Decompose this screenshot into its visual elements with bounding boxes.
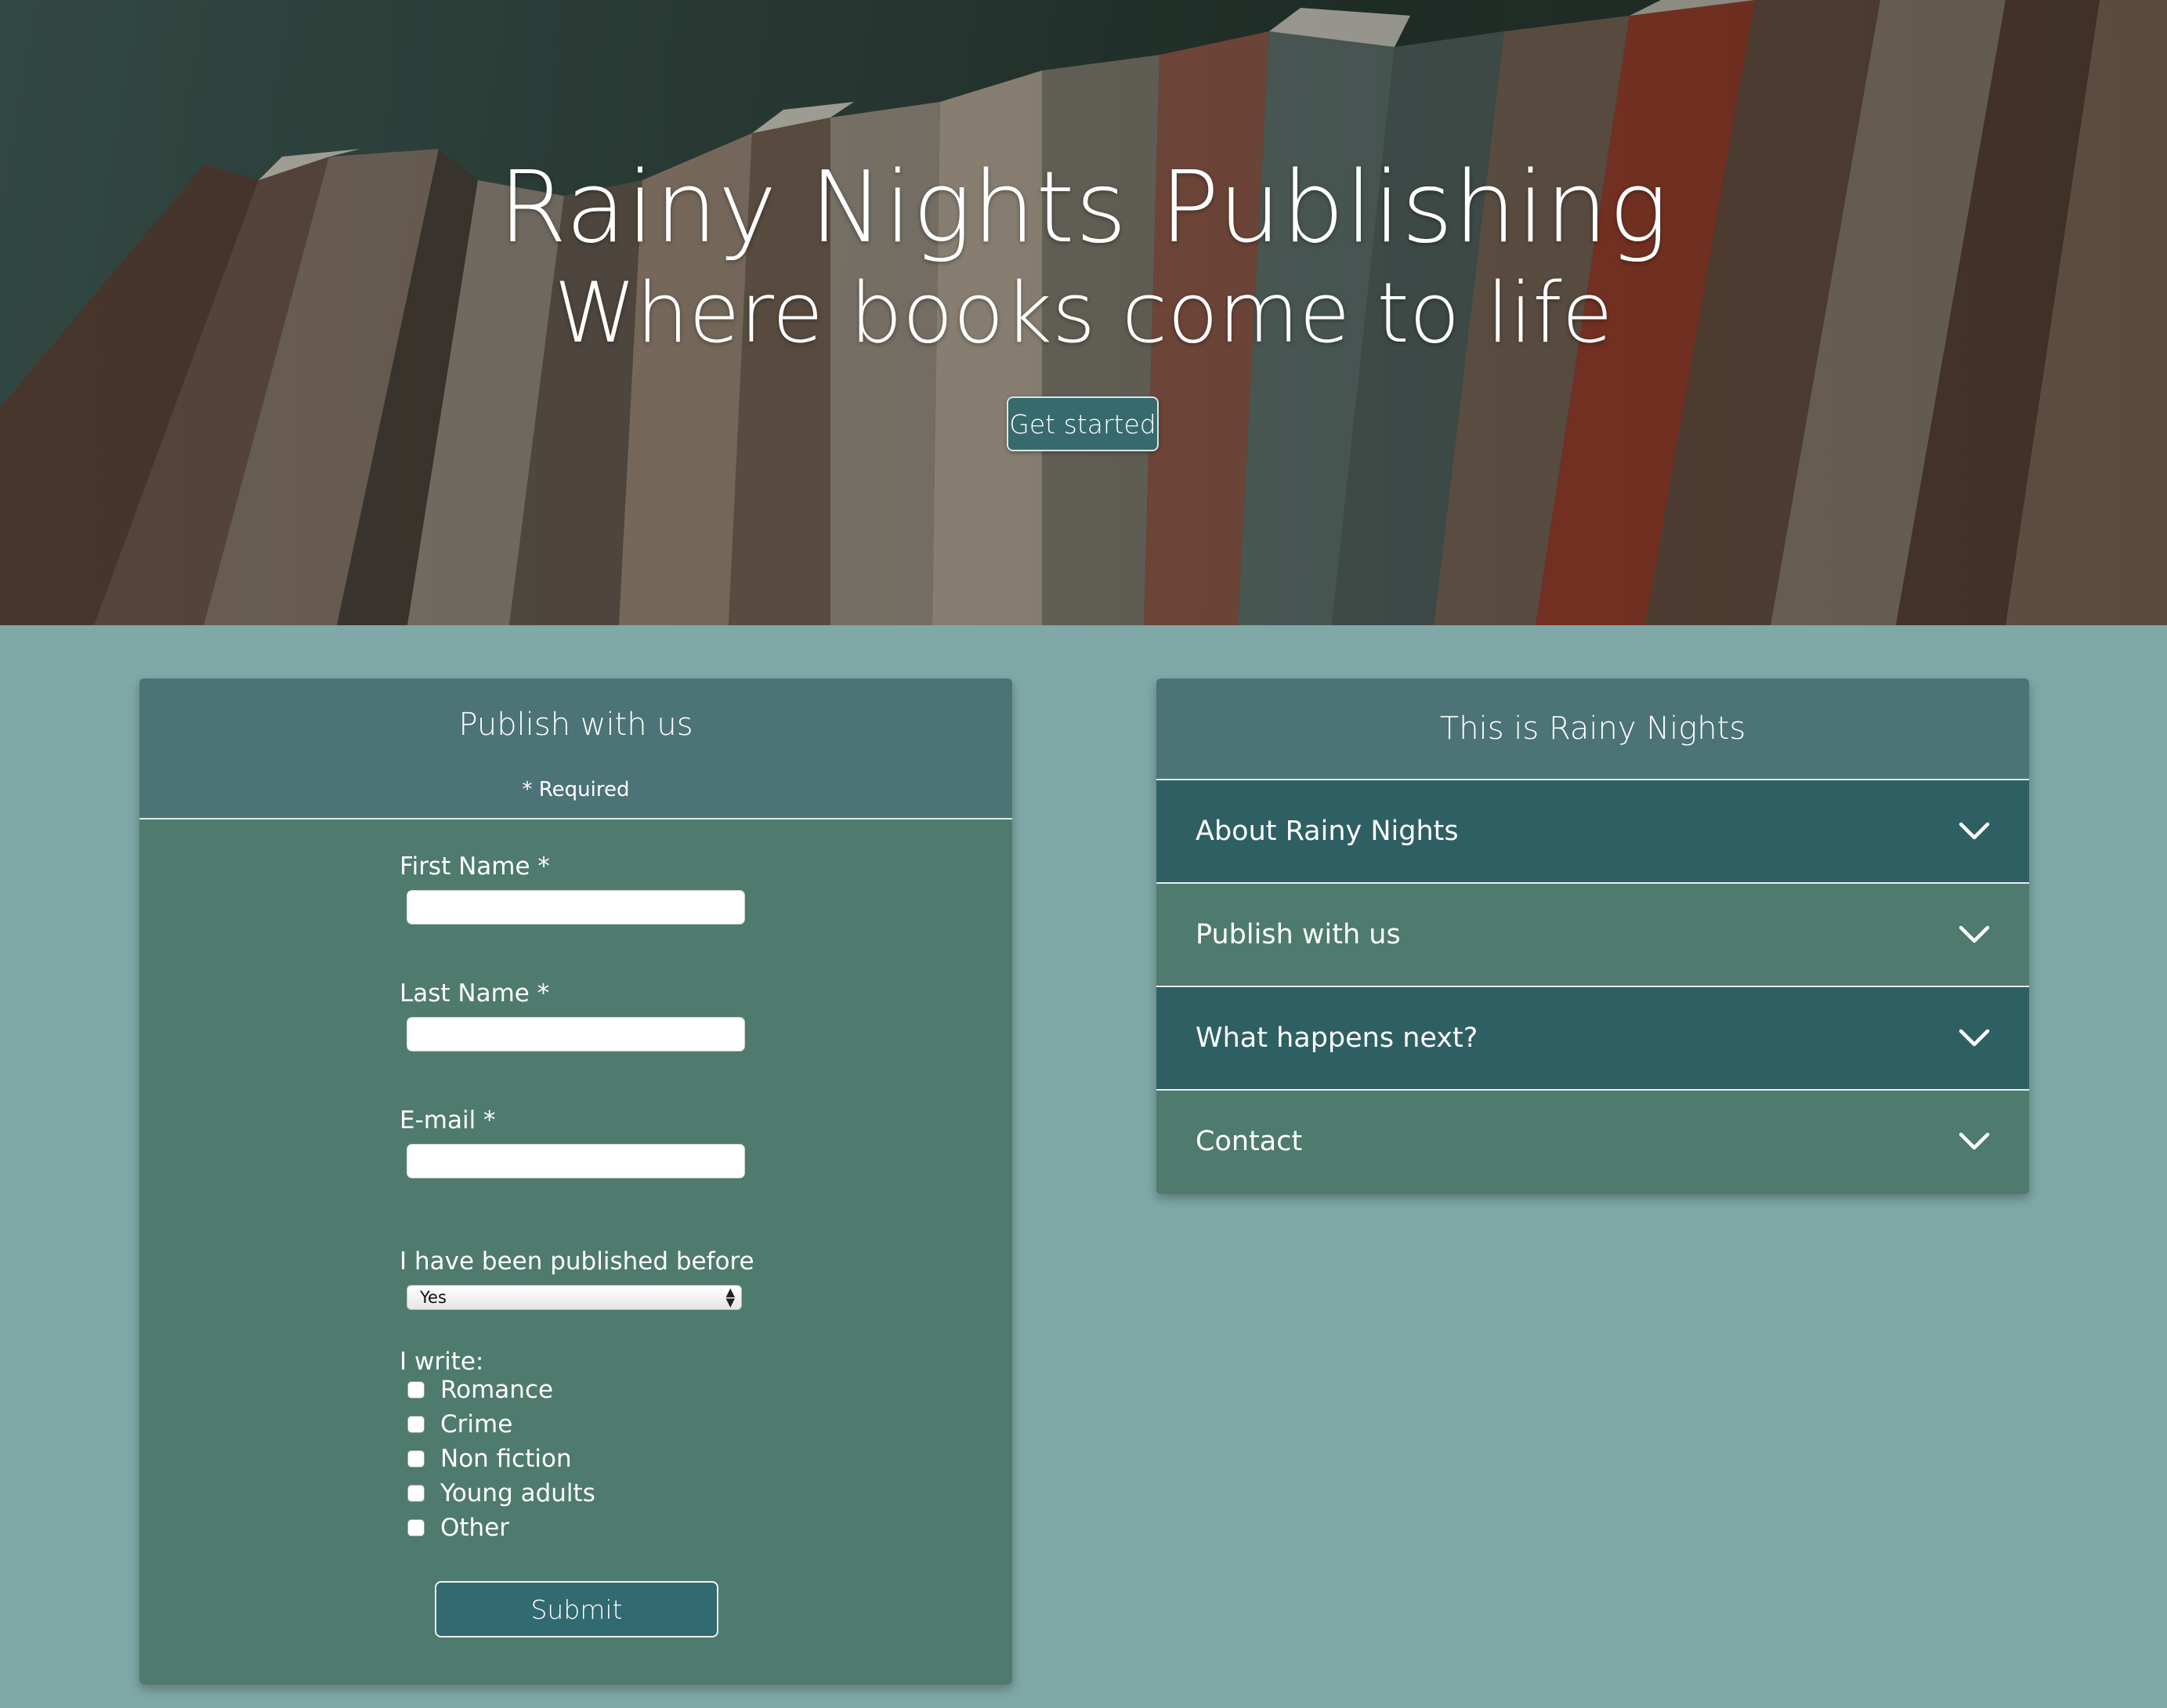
i-write-label: I write: [400, 1348, 484, 1376]
select-arrows-icon: ▲ ▼ [725, 1285, 735, 1309]
genre-label: Crime [440, 1410, 513, 1438]
genre-label: Other [440, 1514, 510, 1542]
submit-button[interactable]: Submit [435, 1581, 718, 1637]
chevron-down-icon [1959, 822, 1990, 840]
form-title: Publish with us [458, 707, 693, 743]
crime-checkbox[interactable] [407, 1416, 425, 1433]
published-before-select[interactable]: Yes ▲ ▼ [407, 1285, 742, 1310]
chevron-down-icon [1959, 925, 1990, 943]
last-name-label: Last Name * [400, 979, 550, 1008]
published-before-label: I have been published before [400, 1247, 754, 1276]
site-title: Rainy Nights Publishing [498, 150, 1669, 265]
email-input[interactable] [407, 1144, 745, 1178]
publish-form-card: Publish with us * Required First Name * … [139, 678, 1012, 1684]
email-label: E-mail * [400, 1106, 496, 1134]
chevron-down-icon [1959, 1132, 1990, 1150]
published-before-value: Yes [420, 1288, 447, 1307]
accordion-item-next[interactable]: What happens next? [1156, 986, 2029, 1089]
genre-option-crime[interactable]: Crime [407, 1410, 512, 1438]
accordion-title: This is Rainy Nights [1156, 678, 2029, 779]
genre-label: Young adults [440, 1479, 595, 1507]
other-checkbox[interactable] [407, 1519, 425, 1536]
required-note: * Required [522, 778, 630, 802]
accordion-item-contact[interactable]: Contact [1156, 1089, 2029, 1192]
genre-label: Romance [440, 1376, 554, 1404]
genre-option-romance[interactable]: Romance [407, 1376, 553, 1404]
form-header: Publish with us * Required [139, 678, 1012, 820]
genre-option-young-adults[interactable]: Young adults [407, 1479, 595, 1507]
last-name-input[interactable] [407, 1017, 745, 1051]
genre-label: Non fiction [440, 1445, 572, 1473]
accordion-item-label: Contact [1196, 1126, 1303, 1157]
young-adults-checkbox[interactable] [407, 1485, 425, 1502]
romance-checkbox[interactable] [407, 1381, 425, 1399]
hero-banner: Rainy Nights Publishing Where books come… [0, 0, 2167, 625]
genre-option-non-fiction[interactable]: Non fiction [407, 1445, 572, 1473]
info-accordion-card: This is Rainy Nights About Rainy Nights … [1156, 678, 2029, 1194]
get-started-button[interactable]: Get started [1007, 396, 1159, 451]
genre-option-other[interactable]: Other [407, 1514, 509, 1542]
non-fiction-checkbox[interactable] [407, 1450, 425, 1467]
accordion-item-publish[interactable]: Publish with us [1156, 882, 2029, 986]
accordion-item-label: What happens next? [1196, 1022, 1478, 1054]
accordion-item-label: Publish with us [1196, 919, 1401, 950]
first-name-label: First Name * [400, 852, 550, 881]
chevron-down-icon [1959, 1029, 1990, 1047]
accordion-item-label: About Rainy Nights [1196, 816, 1459, 847]
first-name-input[interactable] [407, 890, 745, 925]
site-tagline: Where books come to life [554, 265, 1613, 361]
accordion-item-about[interactable]: About Rainy Nights [1156, 779, 2029, 882]
